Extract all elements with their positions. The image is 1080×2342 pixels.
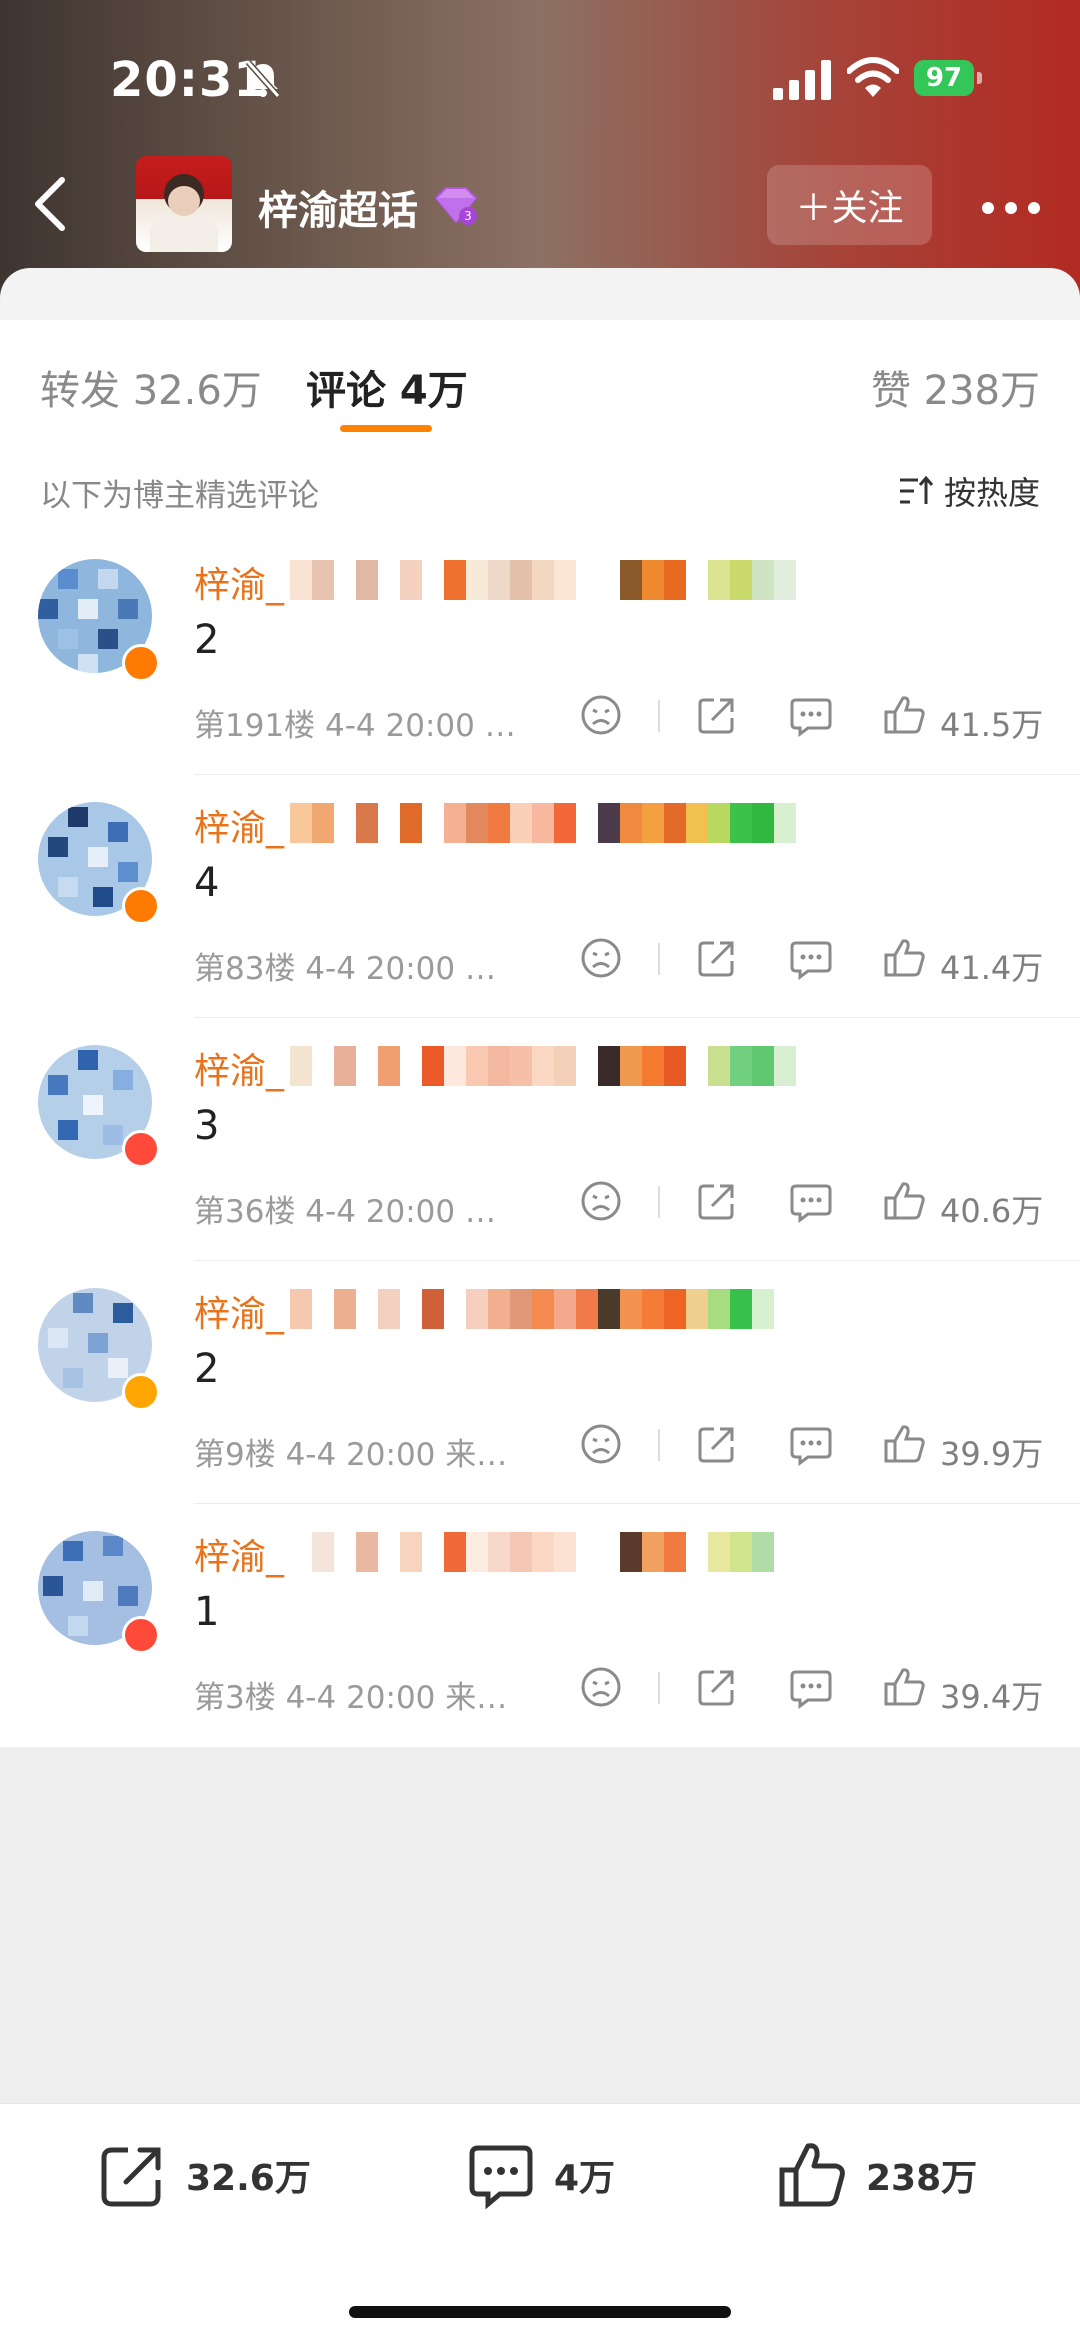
comment-meta: 第36楼 4-4 20:00 … (194, 1194, 496, 1230)
commenter-name[interactable]: 梓渝_ (194, 1285, 284, 1337)
repost-count: 32.6万 (186, 2158, 311, 2199)
like-thumb-icon[interactable] (882, 1664, 928, 1710)
share-icon[interactable] (694, 1664, 740, 1710)
comment-meta: 第83楼 4-4 20:00 … (194, 951, 496, 987)
comment-meta: 第191楼 4-4 20:00 … (194, 708, 516, 744)
featured-comments-note: 以下为博主精选评论 (40, 478, 319, 514)
comment-item[interactable]: 梓渝_ 3 第36楼 4-4 20:00 … 40.6万 (0, 1018, 1080, 1261)
comment-count: 4万 (554, 2158, 616, 2199)
commenter-name[interactable]: 梓渝_ (194, 1042, 284, 1094)
topic-title[interactable]: 梓渝超话 (258, 178, 418, 236)
follow-button[interactable]: ＋关注 (767, 165, 932, 245)
repost-button[interactable]: 32.6万 (98, 2140, 311, 2210)
comment-text: 3 (194, 1103, 220, 1149)
active-tab-indicator (340, 425, 432, 432)
share-icon[interactable] (694, 935, 740, 981)
verified-badge-icon (122, 1373, 160, 1411)
comment-text: 2 (194, 617, 220, 663)
home-indicator (349, 2306, 731, 2318)
blurred-username-suffix (290, 1046, 850, 1086)
share-icon[interactable] (694, 1178, 740, 1224)
sort-icon (899, 475, 934, 504)
share-icon[interactable] (694, 692, 740, 738)
like-count: 40.6万 (940, 1192, 1044, 1230)
verified-badge-icon (122, 887, 160, 925)
like-count: 39.9万 (940, 1435, 1044, 1473)
comment-list: 以下为博主精选评论 按热度 梓渝_ 2 第191楼 4-4 20:00 … 41… (0, 442, 1080, 1747)
commenter-name[interactable]: 梓渝_ (194, 1528, 284, 1580)
sort-button[interactable]: 按热度 (898, 468, 1040, 514)
dislike-face-icon[interactable] (578, 692, 624, 738)
comment-meta: 第9楼 4-4 20:00 来… (194, 1437, 508, 1473)
reply-icon[interactable] (788, 692, 834, 738)
action-divider (658, 1429, 660, 1461)
like-count: 39.4万 (940, 1678, 1044, 1716)
mute-bell-icon (245, 60, 281, 98)
sort-label: 按热度 (943, 474, 1040, 512)
tab-likes[interactable]: 赞 238万 (871, 358, 1040, 416)
blurred-username-suffix (290, 1532, 850, 1572)
dislike-face-icon[interactable] (578, 1178, 624, 1224)
more-options-icon[interactable] (980, 200, 1042, 216)
comment-meta: 第3楼 4-4 20:00 来… (194, 1680, 508, 1716)
reply-icon[interactable] (788, 1421, 834, 1467)
comment-text: 1 (194, 1589, 220, 1635)
commenter-name[interactable]: 梓渝_ (194, 799, 284, 851)
share-icon[interactable] (694, 1421, 740, 1467)
like-thumb-icon[interactable] (882, 1178, 928, 1224)
verified-badge-icon (122, 1130, 160, 1168)
reply-icon[interactable] (788, 1664, 834, 1710)
comment-item[interactable]: 梓渝_ 2 第9楼 4-4 20:00 来… 39.9万 (0, 1261, 1080, 1504)
topic-avatar[interactable] (136, 156, 232, 252)
dislike-face-icon[interactable] (578, 1664, 624, 1710)
like-thumb-icon[interactable] (882, 692, 928, 738)
reply-icon[interactable] (788, 1178, 834, 1224)
like-count: 41.4万 (940, 949, 1044, 987)
comment-item[interactable]: 梓渝_ 2 第191楼 4-4 20:00 … 41.5万 (0, 532, 1080, 775)
comment-text: 2 (194, 1346, 220, 1392)
wifi-icon (847, 57, 899, 97)
tab-comments[interactable]: 评论 4万 (306, 358, 468, 416)
like-button[interactable]: 238万 (778, 2140, 977, 2210)
action-divider (658, 700, 660, 732)
dislike-face-icon[interactable] (578, 935, 624, 981)
thumbs-up-icon (779, 2143, 845, 2207)
comment-item[interactable]: 梓渝_ 4 第83楼 4-4 20:00 … 41.4万 (0, 775, 1080, 1018)
action-divider (658, 1186, 660, 1218)
commenter-name[interactable]: 梓渝_ (194, 556, 284, 608)
like-count: 41.5万 (940, 706, 1044, 744)
tab-bar: 转发 32.6万 评论 4万 赞 238万 (0, 320, 1080, 443)
action-divider (658, 943, 660, 975)
action-divider (658, 1672, 660, 1704)
tab-repost[interactable]: 转发 32.6万 (40, 358, 262, 416)
status-bar: 20:31 97 (0, 0, 1080, 150)
like-thumb-icon[interactable] (882, 935, 928, 981)
verified-badge-icon (122, 644, 160, 682)
cellular-signal-icon (773, 60, 831, 100)
comment-filter-bar: 以下为博主精选评论 按热度 (0, 442, 1080, 532)
reply-icon[interactable] (788, 935, 834, 981)
comment-item[interactable]: 梓渝_ 1 第3楼 4-4 20:00 来… 39.4万 (0, 1504, 1080, 1747)
dislike-face-icon[interactable] (578, 1421, 624, 1467)
battery-indicator: 97 (914, 60, 982, 96)
blurred-username-suffix (290, 803, 850, 843)
repost-icon (101, 2147, 161, 2207)
like-thumb-icon[interactable] (882, 1421, 928, 1467)
svg-text:3: 3 (464, 209, 472, 223)
comment-icon (469, 2145, 533, 2210)
battery-level: 97 (925, 63, 963, 93)
back-arrow-icon[interactable] (30, 174, 70, 234)
like-total: 238万 (866, 2158, 978, 2199)
verified-badge-icon (122, 1616, 160, 1654)
blurred-username-suffix (290, 1289, 850, 1329)
comment-button[interactable]: 4万 (466, 2140, 615, 2210)
blurred-username-suffix (290, 560, 850, 600)
diamond-level-icon: 3 (434, 187, 478, 225)
navigation-bar: 梓渝超话 3 ＋关注 (0, 150, 1080, 265)
comment-text: 4 (194, 860, 220, 906)
